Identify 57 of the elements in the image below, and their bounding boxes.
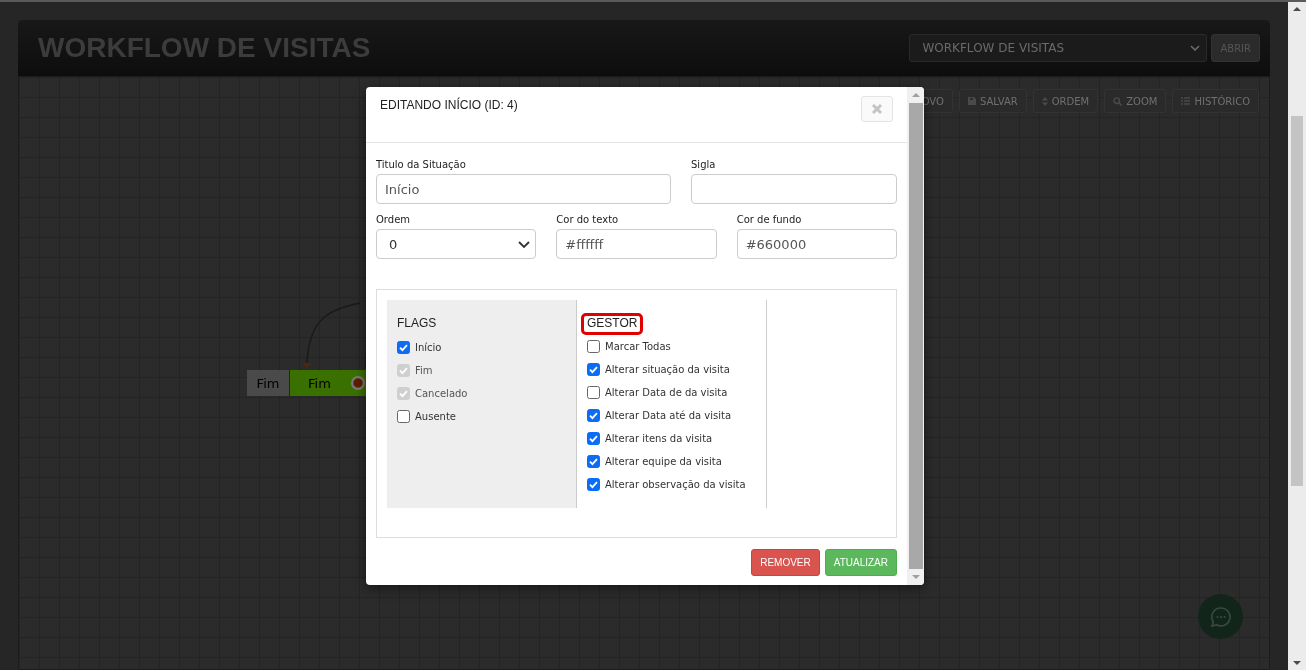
field-label: Ordem <box>376 214 412 225</box>
checkbox[interactable] <box>397 340 410 354</box>
workflow-select[interactable]: WORKFLOW DE VISITAS <box>909 34 1208 62</box>
checkbox-label: Alterar observação da visita <box>605 478 746 490</box>
text-field[interactable] <box>691 174 897 204</box>
checkbox-label: Ausente <box>415 410 456 422</box>
checkbox-label: Início <box>415 341 442 353</box>
checkbox[interactable] <box>587 431 600 445</box>
checkbox-label: Alterar Data até da visita <box>605 409 732 421</box>
scroll-up-icon <box>911 93 920 97</box>
checkbox-label: Alterar equipe da visita <box>605 455 722 467</box>
text-field[interactable]: #ffffff <box>556 229 717 259</box>
connector-arrow <box>303 302 361 368</box>
field-label: Sigla <box>691 159 717 170</box>
checkbox-label: Cancelado <box>415 387 468 399</box>
toolbar-button[interactable]: SALVAR <box>958 89 1027 113</box>
text-field[interactable]: #660000 <box>736 229 897 259</box>
checkbox[interactable] <box>587 454 600 468</box>
chevron-icon <box>1190 45 1201 51</box>
remove-button[interactable]: REMOVER <box>751 549 820 576</box>
flow-node[interactable]: Fim <box>289 370 369 396</box>
page-scrollbar[interactable] <box>1288 2 1306 670</box>
section-heading: FLAGS <box>397 316 437 332</box>
flow-node[interactable]: Fim <box>247 370 289 396</box>
checkbox[interactable] <box>587 408 600 422</box>
toolbar-button[interactable]: HISTÓRICO <box>1172 89 1259 113</box>
field-label: Titulo da Situação <box>376 159 467 170</box>
search-icon <box>1113 96 1123 106</box>
toolbar-button[interactable]: ZOOM <box>1104 89 1167 113</box>
dialog-title: EDITANDO INÍCIO (ID: 4) <box>380 98 518 112</box>
checkbox[interactable] <box>397 409 410 423</box>
chevron-icon <box>518 240 531 248</box>
checkbox[interactable] <box>587 386 600 400</box>
checkbox-label: Alterar itens da visita <box>605 432 713 444</box>
scroll-down-icon <box>911 575 920 579</box>
checkbox-label: Marcar Todas <box>605 341 671 353</box>
sort-icon <box>1041 96 1048 106</box>
port-icon <box>350 376 365 390</box>
update-button[interactable]: ATUALIZAR <box>824 549 897 576</box>
checkbox-label: Alterar Data de da visita <box>605 387 728 399</box>
floppy-icon <box>967 97 976 105</box>
order-select[interactable]: 0 <box>376 229 537 259</box>
section-heading: GESTOR <box>584 316 641 332</box>
checkbox-label: Alterar situação da visita <box>605 364 730 376</box>
toolbar-button[interactable]: ORDEM <box>1032 89 1099 113</box>
scroll-down-icon <box>1293 661 1301 665</box>
checkbox[interactable] <box>587 477 600 491</box>
dialog-scrollbar[interactable] <box>907 87 924 585</box>
checkbox[interactable] <box>587 340 600 354</box>
close-icon <box>871 103 883 115</box>
checkbox[interactable] <box>587 363 600 377</box>
field-label: Cor do texto <box>556 214 620 225</box>
chat-bubble-icon <box>1209 605 1232 628</box>
scroll-up-icon <box>1293 7 1301 11</box>
checkbox-label: Fim <box>415 364 433 376</box>
field-label: Cor de fundo <box>736 214 803 225</box>
text-field[interactable]: Início <box>376 174 671 204</box>
